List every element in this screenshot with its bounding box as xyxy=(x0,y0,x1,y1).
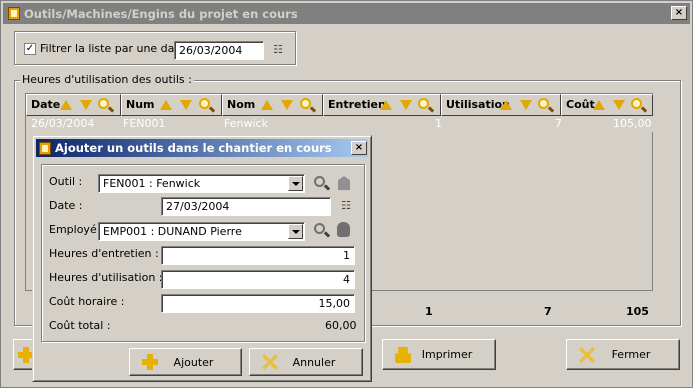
magnifier-icon[interactable] xyxy=(418,98,429,109)
main-close-button[interactable]: × xyxy=(671,6,687,20)
sort-descending-icon[interactable] xyxy=(180,100,192,110)
column-header-label: Nom xyxy=(227,98,256,111)
main-window-title: Outils/Machines/Engins du projet en cour… xyxy=(24,6,298,21)
column-header-date[interactable]: Date xyxy=(26,94,121,116)
cell-nom: Fenwick xyxy=(224,117,268,130)
entretien-input[interactable]: 1 xyxy=(161,246,355,265)
calendar-icon[interactable]: ☷ xyxy=(341,198,351,214)
outil-select-value: FEN001 : Fenwick xyxy=(103,177,201,190)
sort-ascending-icon[interactable] xyxy=(261,100,273,110)
add-tool-dialog: Ajouter un outils dans le chantier en co… xyxy=(32,135,372,382)
toolbox-icon xyxy=(39,141,51,155)
total-cout: 105 xyxy=(626,305,649,318)
cell-cout: 105,00 xyxy=(613,117,652,130)
dialog-title: Ajouter un outils dans le chantier en co… xyxy=(55,141,332,155)
sort-descending-icon[interactable] xyxy=(520,100,532,110)
cell-utilisation: 7 xyxy=(555,117,562,130)
main-title-bar[interactable]: Outils/Machines/Engins du projet en cour… xyxy=(3,3,690,24)
add-button-label: Ajouter xyxy=(173,355,214,369)
cell-num: FEN001 xyxy=(123,117,166,130)
total-utilisation: 7 xyxy=(544,305,552,318)
filter-checkbox-label[interactable]: Filtrer la liste par une date xyxy=(40,42,186,55)
search-icon[interactable] xyxy=(314,176,325,187)
dialog-title-bar[interactable]: Ajouter un outils dans le chantier en co… xyxy=(36,139,368,157)
add-button[interactable]: Ajouter xyxy=(129,348,242,376)
plus-icon xyxy=(142,354,158,370)
sort-ascending-icon[interactable] xyxy=(500,100,512,110)
filter-date-input[interactable]: 26/03/2004 xyxy=(174,41,264,60)
outil-select[interactable]: FEN001 : Fenwick xyxy=(98,174,305,193)
cancel-button-label: Annuler xyxy=(292,355,336,369)
column-header-nom[interactable]: Nom xyxy=(222,94,323,116)
toolbox-icon xyxy=(8,7,20,20)
sort-ascending-icon[interactable] xyxy=(380,100,392,110)
usage-group-label: Heures d'utilisation des outils : xyxy=(20,73,194,86)
sort-descending-icon[interactable] xyxy=(400,100,412,110)
cross-icon xyxy=(262,354,278,370)
column-header-label: Coût xyxy=(566,98,595,111)
column-header-num[interactable]: Num xyxy=(121,94,222,116)
close-button-label: Fermer xyxy=(611,348,651,361)
cross-icon xyxy=(579,347,595,363)
sort-ascending-icon[interactable] xyxy=(160,100,172,110)
close-button[interactable]: Fermer xyxy=(566,339,680,370)
magnifier-icon[interactable] xyxy=(199,98,210,109)
sort-descending-icon[interactable] xyxy=(80,100,92,110)
print-button-label: Imprimer xyxy=(421,348,473,361)
sort-ascending-icon[interactable] xyxy=(60,100,72,110)
column-header-utilisation[interactable]: Utilisation xyxy=(441,94,561,116)
filter-checkbox[interactable]: ✓ xyxy=(24,43,36,55)
magnifier-icon[interactable] xyxy=(631,98,642,109)
outil-label: Outil : xyxy=(49,175,83,188)
cout-total-value: 60,00 xyxy=(325,319,357,332)
date-label: Date : xyxy=(49,199,83,212)
calendar-icon[interactable]: ☷ xyxy=(273,42,283,58)
table-row[interactable]: 26/03/2004 FEN001 Fenwick 1 7 105,00 xyxy=(27,116,653,132)
cout-horaire-input[interactable]: 15,00 xyxy=(161,294,355,313)
chevron-down-icon[interactable] xyxy=(288,176,303,191)
cout-total-label: Coût total : xyxy=(49,319,111,332)
printer-icon xyxy=(395,347,411,363)
magnifier-icon[interactable] xyxy=(300,98,311,109)
print-button[interactable]: Imprimer xyxy=(382,339,496,370)
cancel-button[interactable]: Annuler xyxy=(249,348,363,376)
column-header-entretien[interactable]: Entretien xyxy=(323,94,441,116)
magnifier-icon[interactable] xyxy=(98,98,109,109)
column-header-label: Date xyxy=(31,98,61,111)
cell-date: 26/03/2004 xyxy=(31,117,95,130)
employe-select-value: EMP001 : DUNAND Pierre xyxy=(103,225,242,238)
entretien-label: Heures d'entretien : xyxy=(49,247,159,260)
column-header-label: Entretien xyxy=(328,98,386,111)
chevron-down-icon[interactable] xyxy=(288,224,303,239)
sort-ascending-icon[interactable] xyxy=(593,100,605,110)
magnifier-icon[interactable] xyxy=(538,98,549,109)
person-icon[interactable] xyxy=(337,222,350,237)
date-input[interactable]: 27/03/2004 xyxy=(161,197,331,216)
column-header-cout[interactable]: Coût xyxy=(561,94,653,116)
sort-descending-icon[interactable] xyxy=(281,100,293,110)
dialog-close-button[interactable]: × xyxy=(351,141,367,155)
column-header-label: Num xyxy=(126,98,155,111)
employe-label: Employé : xyxy=(49,223,104,236)
cout-horaire-label: Coût horaire : xyxy=(49,295,125,308)
search-icon[interactable] xyxy=(314,223,325,234)
utilisation-label: Heures d'utilisation : xyxy=(49,271,163,284)
total-entretien: 1 xyxy=(425,305,433,318)
utilisation-input[interactable]: 4 xyxy=(161,270,355,289)
employe-select[interactable]: EMP001 : DUNAND Pierre xyxy=(98,222,305,241)
sort-descending-icon[interactable] xyxy=(613,100,625,110)
cell-entretien: 1 xyxy=(435,117,442,130)
